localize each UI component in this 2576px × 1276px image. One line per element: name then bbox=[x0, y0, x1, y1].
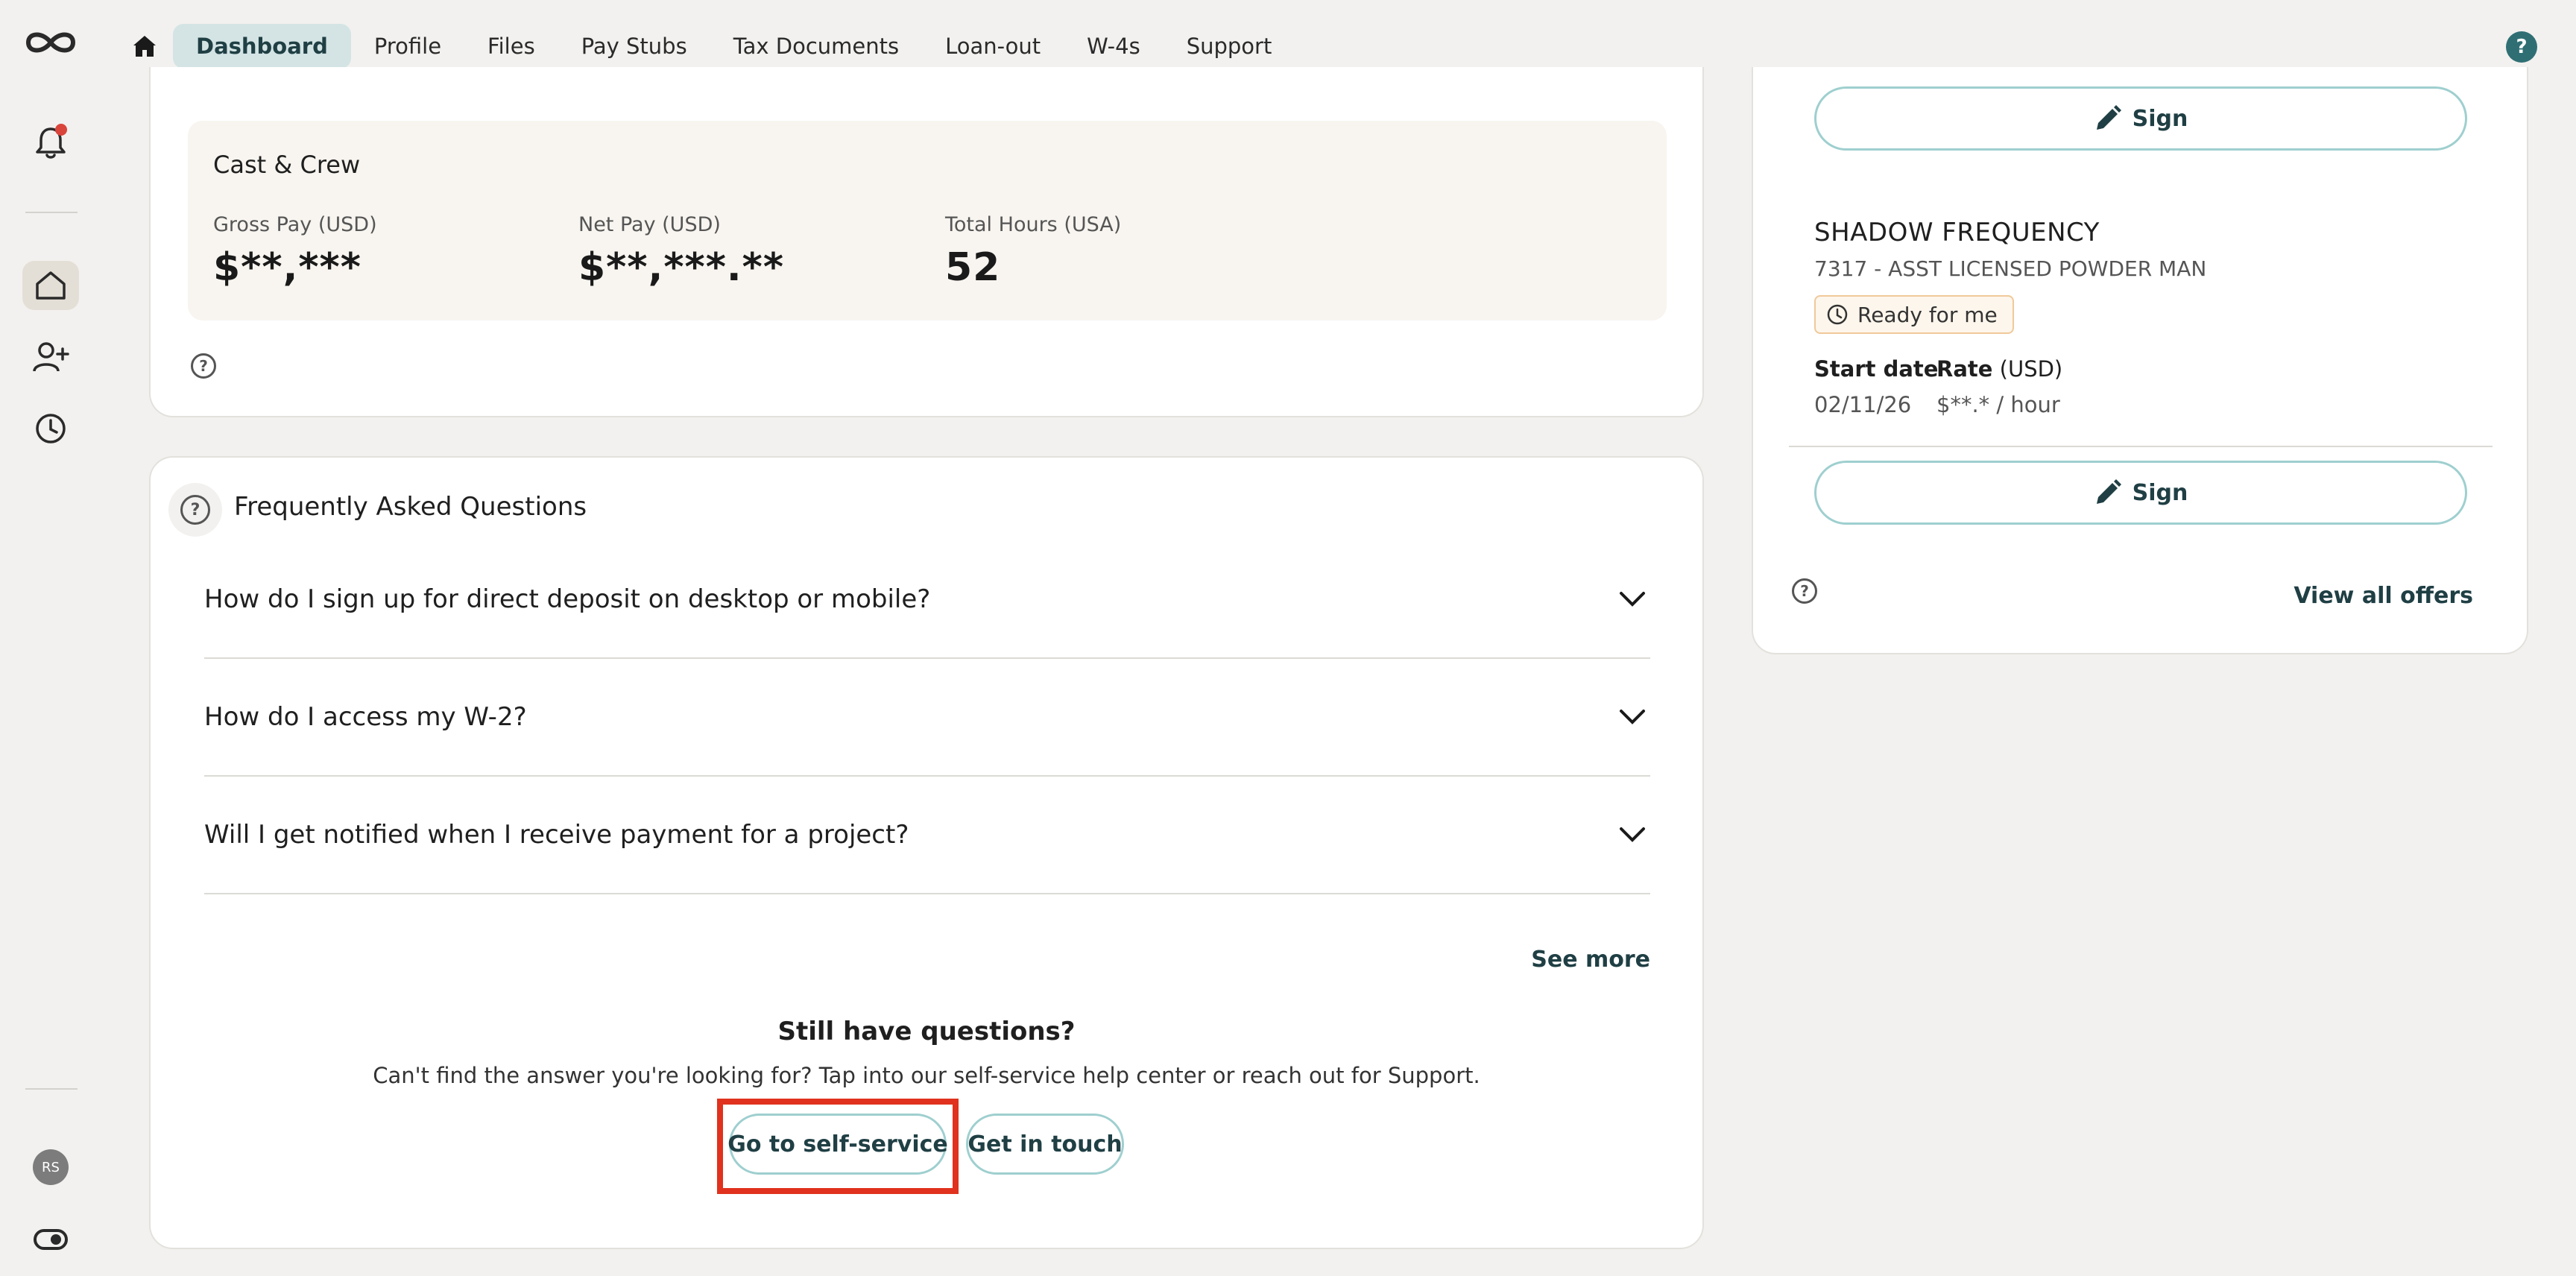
start-date-value: 02/11/26 bbox=[1814, 392, 1912, 417]
faq-item[interactable]: Will I get notified when I receive payme… bbox=[204, 777, 1650, 894]
sign-label: Sign bbox=[2132, 479, 2188, 506]
pencil-icon bbox=[2096, 479, 2121, 504]
clock-icon bbox=[36, 414, 66, 443]
view-all-offers-link[interactable]: View all offers bbox=[2294, 583, 2473, 609]
get-in-touch-button[interactable]: Get in touch bbox=[966, 1114, 1124, 1175]
notifications-button[interactable] bbox=[22, 118, 79, 167]
notification-dot bbox=[55, 124, 67, 136]
sign-button[interactable]: Sign bbox=[1814, 86, 2467, 151]
home-icon bbox=[36, 271, 66, 300]
theme-toggle[interactable] bbox=[22, 1215, 79, 1264]
see-more-link[interactable]: See more bbox=[1531, 947, 1650, 973]
stat-value: 52 bbox=[945, 245, 1001, 290]
offer-title: SHADOW FREQUENCY bbox=[1814, 218, 2100, 247]
earnings-box: Cast & Crew Gross Pay (USD) $**,*** Net … bbox=[188, 121, 1667, 320]
tab-loan-out[interactable]: Loan-out bbox=[922, 24, 1064, 69]
start-date-label: Start date bbox=[1814, 356, 1938, 382]
tab-w4s[interactable]: W-4s bbox=[1064, 24, 1164, 69]
question-icon: ? bbox=[168, 483, 222, 537]
nav-home-button[interactable] bbox=[127, 28, 162, 64]
logo-icon[interactable] bbox=[22, 18, 79, 67]
sign-button[interactable]: Sign bbox=[1814, 461, 2467, 525]
chevron-down-icon[interactable] bbox=[1614, 699, 1650, 735]
tab-pay-stubs[interactable]: Pay Stubs bbox=[558, 24, 710, 69]
faq-item[interactable]: How do I sign up for direct deposit on d… bbox=[204, 541, 1650, 659]
earnings-summary-card: Cast & Crew Gross Pay (USD) $**,*** Net … bbox=[149, 67, 1704, 417]
stat-label: Net Pay (USD) bbox=[578, 213, 721, 236]
tab-tax-documents[interactable]: Tax Documents bbox=[710, 24, 922, 69]
offer-position: 7317 - ASST LICENSED POWDER MAN bbox=[1814, 256, 2207, 281]
net-pay-stat: Net Pay (USD) $**,***.** bbox=[578, 213, 784, 290]
rail-home-button[interactable] bbox=[22, 261, 79, 310]
gross-pay-stat: Gross Pay (USD) $**,*** bbox=[213, 213, 377, 290]
faq-title: Frequently Asked Questions bbox=[234, 492, 587, 522]
nav-tabs: Dashboard Profile Files Pay Stubs Tax Do… bbox=[173, 24, 1295, 69]
avatar[interactable]: RS bbox=[33, 1149, 69, 1185]
question-icon[interactable]: ? bbox=[191, 353, 216, 379]
rail-history-button[interactable] bbox=[22, 404, 79, 453]
chevron-down-icon[interactable] bbox=[1614, 817, 1650, 853]
help-icon[interactable]: ? bbox=[2506, 31, 2537, 63]
tab-dashboard[interactable]: Dashboard bbox=[173, 24, 351, 69]
offer-divider bbox=[1789, 446, 2493, 447]
left-rail: RS bbox=[0, 0, 101, 1276]
theme-toggle-icon bbox=[34, 1229, 68, 1250]
stat-value: $**,***.** bbox=[578, 245, 785, 290]
still-have-questions-text: Can't find the answer you're looking for… bbox=[373, 1063, 1480, 1088]
pencil-icon bbox=[2096, 105, 2121, 130]
still-have-questions-heading: Still have questions? bbox=[777, 1017, 1076, 1046]
faq-question: Will I get notified when I receive payme… bbox=[204, 820, 909, 850]
stat-label: Gross Pay (USD) bbox=[213, 213, 377, 236]
home-icon bbox=[133, 36, 156, 57]
rail-divider bbox=[25, 1088, 78, 1090]
tab-profile[interactable]: Profile bbox=[351, 24, 464, 69]
stat-label: Total Hours (USA) bbox=[945, 213, 1122, 236]
start-date-label-text: Start date bbox=[1814, 356, 1939, 382]
sign-label: Sign bbox=[2132, 105, 2188, 132]
tab-files[interactable]: Files bbox=[464, 24, 558, 69]
add-user-icon bbox=[33, 342, 69, 372]
total-hours-stat: Total Hours (USA) 52 bbox=[945, 213, 1121, 290]
faq-card: ? Frequently Asked Questions How do I si… bbox=[149, 456, 1704, 1249]
faq-question: How do I access my W-2? bbox=[204, 702, 527, 732]
status-text: Ready for me bbox=[1857, 302, 1998, 327]
rail-divider bbox=[25, 212, 78, 213]
rate-value: $**.* / hour bbox=[1936, 392, 2060, 417]
self-service-button[interactable]: Go to self-service bbox=[727, 1114, 948, 1175]
question-icon[interactable]: ? bbox=[1792, 578, 1817, 604]
tab-support[interactable]: Support bbox=[1164, 24, 1295, 69]
rate-unit: (USD) bbox=[1999, 356, 2063, 382]
rate-label-text: Rate bbox=[1936, 356, 1993, 382]
rail-add-user-button[interactable] bbox=[22, 332, 79, 382]
chevron-down-icon[interactable] bbox=[1614, 581, 1650, 617]
stat-value: $**,*** bbox=[213, 245, 362, 290]
status-badge: Ready for me bbox=[1814, 295, 2014, 334]
faq-question: How do I sign up for direct deposit on d… bbox=[204, 584, 931, 614]
clock-icon bbox=[1827, 304, 1848, 325]
faq-item[interactable]: How do I access my W-2? bbox=[204, 659, 1650, 777]
rate-label: Rate (USD) bbox=[1936, 356, 2062, 382]
company-name: Cast & Crew bbox=[213, 151, 361, 179]
offers-card: Sign SHADOW FREQUENCY 7317 - ASST LICENS… bbox=[1752, 67, 2528, 654]
